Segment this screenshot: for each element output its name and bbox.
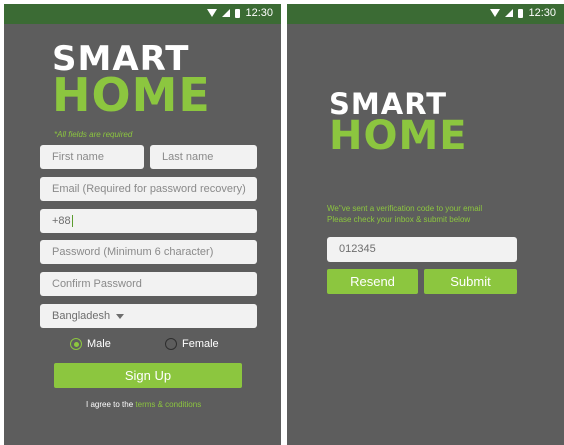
submit-button[interactable]: Submit <box>424 269 517 294</box>
status-bar: 12:30 <box>287 4 564 24</box>
status-time: 12:30 <box>245 7 273 19</box>
gender-male-radio[interactable]: Male <box>70 338 111 350</box>
gender-female-radio[interactable]: Female <box>165 338 219 350</box>
smart-home-logo: SMART HOME <box>329 90 468 159</box>
signup-screen: 12:30 SMART HOME *All fields are require… <box>4 4 281 445</box>
radio-unselected-icon <box>165 338 177 350</box>
verification-screen: 12:30 SMART HOME We"ve sent a verificati… <box>287 4 564 445</box>
signal-icon <box>222 9 231 17</box>
verification-message: We"ve sent a verification code to your e… <box>327 203 482 225</box>
logo-home-text: HOME <box>329 113 468 159</box>
country-value: Bangladesh <box>52 310 111 322</box>
terms-link[interactable]: terms & conditions <box>135 400 201 409</box>
smart-home-logo: SMART HOME <box>52 42 211 118</box>
gender-male-label: Male <box>87 338 111 350</box>
gender-female-label: Female <box>182 338 219 350</box>
terms-text: I agree to the terms & conditions <box>86 400 201 409</box>
required-note: *All fields are required <box>54 130 133 139</box>
password-input[interactable]: Password (Minimum 6 character) <box>40 240 257 264</box>
wifi-icon <box>490 9 501 17</box>
last-name-input[interactable]: Last name <box>150 145 257 169</box>
message-line-1: We"ve sent a verification code to your e… <box>327 204 483 213</box>
country-select[interactable]: Bangladesh <box>40 304 257 328</box>
first-name-input[interactable]: First name <box>40 145 144 169</box>
resend-button[interactable]: Resend <box>327 269 418 294</box>
signup-button[interactable]: Sign Up <box>54 363 242 388</box>
phone-input[interactable]: +88 <box>40 209 257 233</box>
confirm-password-input[interactable]: Confirm Password <box>40 272 257 296</box>
dropdown-arrow-icon <box>116 313 125 319</box>
signal-icon <box>505 9 514 17</box>
radio-selected-icon <box>70 338 82 350</box>
battery-icon <box>518 8 524 18</box>
logo-home-text: HOME <box>52 68 211 122</box>
email-input[interactable]: Email (Required for password recovery) <box>40 177 257 201</box>
verification-code-input[interactable]: 012345 <box>327 237 517 262</box>
terms-prefix: I agree to the <box>86 400 134 409</box>
battery-icon <box>235 8 241 18</box>
phone-value: +88 <box>52 215 71 227</box>
message-line-2: Please check your inbox & submit below <box>327 215 471 224</box>
status-time: 12:30 <box>528 7 556 19</box>
text-cursor <box>71 215 73 228</box>
wifi-icon <box>207 9 218 17</box>
status-bar: 12:30 <box>4 4 281 24</box>
